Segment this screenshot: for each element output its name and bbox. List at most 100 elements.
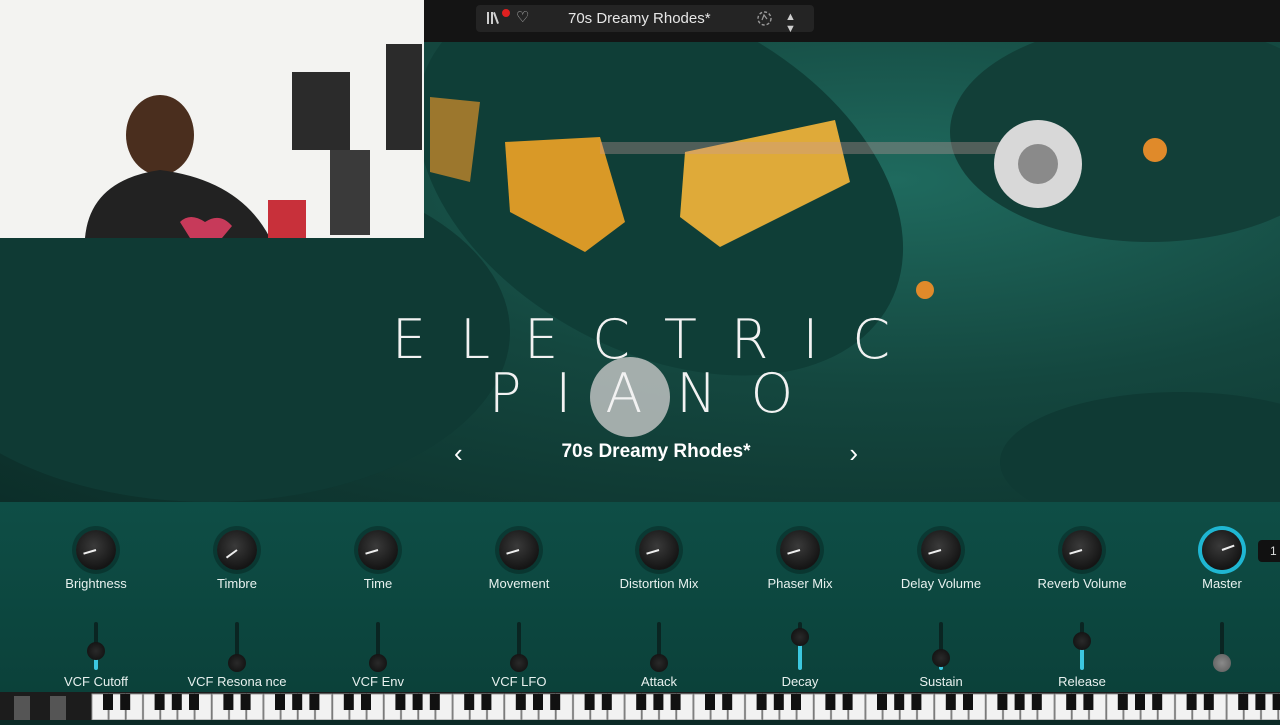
black-key[interactable] bbox=[120, 694, 131, 710]
black-key[interactable] bbox=[1117, 694, 1128, 710]
black-key[interactable] bbox=[670, 694, 681, 710]
preset-up-down-arrows[interactable]: ▲ ▼ bbox=[785, 11, 814, 35]
black-key[interactable] bbox=[171, 694, 182, 710]
black-key[interactable] bbox=[911, 694, 922, 710]
black-key[interactable] bbox=[309, 694, 320, 710]
library-icon[interactable] bbox=[486, 10, 502, 26]
black-key[interactable] bbox=[464, 694, 475, 710]
knob-indicator bbox=[787, 549, 801, 555]
black-key[interactable] bbox=[515, 694, 526, 710]
knob[interactable] bbox=[1062, 530, 1102, 570]
knob-indicator bbox=[1069, 549, 1083, 555]
knob-label: Brightness bbox=[65, 576, 127, 591]
black-key[interactable] bbox=[756, 694, 767, 710]
black-key[interactable] bbox=[636, 694, 647, 710]
knob-label: Distortion Mix bbox=[619, 576, 699, 591]
slider-handle[interactable] bbox=[228, 654, 246, 672]
black-key[interactable] bbox=[1066, 694, 1077, 710]
black-key[interactable] bbox=[1203, 694, 1214, 710]
knob-label: Time bbox=[363, 576, 393, 591]
black-key[interactable] bbox=[103, 694, 113, 710]
knob[interactable] bbox=[1202, 530, 1242, 570]
black-key[interactable] bbox=[1083, 694, 1094, 710]
black-key[interactable] bbox=[292, 694, 303, 710]
black-key[interactable] bbox=[584, 694, 595, 710]
knob[interactable] bbox=[780, 530, 820, 570]
knob-indicator bbox=[1221, 544, 1235, 551]
preset-header-name[interactable]: 70s Dreamy Rhodes* bbox=[568, 10, 711, 27]
black-key[interactable] bbox=[240, 694, 251, 710]
black-key[interactable] bbox=[894, 694, 905, 710]
slider-handle[interactable] bbox=[791, 627, 809, 646]
black-key[interactable] bbox=[705, 694, 715, 710]
black-key[interactable] bbox=[189, 694, 199, 710]
slider-label: VCF Cutoff bbox=[63, 674, 129, 689]
sync-icon[interactable] bbox=[756, 10, 773, 27]
slider-handle[interactable] bbox=[650, 654, 668, 672]
black-key[interactable] bbox=[1186, 694, 1197, 710]
slider-label: Decay bbox=[781, 674, 819, 689]
black-key[interactable] bbox=[722, 694, 733, 710]
black-key[interactable] bbox=[1031, 694, 1042, 710]
notification-dot bbox=[502, 9, 510, 17]
value-tooltip-badge: 1 bbox=[1258, 540, 1280, 562]
knob[interactable] bbox=[76, 530, 116, 570]
black-key[interactable] bbox=[481, 694, 492, 710]
knob-indicator bbox=[646, 549, 660, 555]
knob[interactable] bbox=[499, 530, 539, 570]
black-key[interactable] bbox=[877, 694, 887, 710]
knob-indicator bbox=[83, 549, 97, 555]
knob-indicator bbox=[365, 549, 379, 555]
black-key[interactable] bbox=[343, 694, 354, 710]
black-key[interactable] bbox=[825, 694, 836, 710]
knob[interactable] bbox=[358, 530, 398, 570]
black-key[interactable] bbox=[1152, 694, 1163, 710]
mod-wheel[interactable] bbox=[14, 696, 30, 720]
webcam-person-image bbox=[0, 0, 424, 238]
next-preset-chevron-icon[interactable]: › bbox=[849, 438, 858, 469]
knob[interactable] bbox=[217, 530, 257, 570]
black-key[interactable] bbox=[773, 694, 784, 710]
webcam-overlay bbox=[0, 0, 424, 238]
preset-selector: ‹ 70s Dreamy Rhodes* › bbox=[454, 438, 858, 469]
black-key[interactable] bbox=[395, 694, 406, 710]
black-key[interactable] bbox=[1272, 694, 1280, 710]
keyboard-keys[interactable] bbox=[0, 692, 1280, 721]
black-key[interactable] bbox=[154, 694, 165, 710]
knob[interactable] bbox=[921, 530, 961, 570]
black-key[interactable] bbox=[223, 694, 234, 710]
slider-handle[interactable] bbox=[369, 654, 387, 672]
black-key[interactable] bbox=[429, 694, 440, 710]
black-key[interactable] bbox=[1014, 694, 1025, 710]
heart-icon[interactable]: ♡ bbox=[516, 8, 529, 26]
slider-label: VCF Resona nce bbox=[187, 674, 287, 689]
black-key[interactable] bbox=[1255, 694, 1266, 710]
black-key[interactable] bbox=[997, 694, 1008, 710]
black-key[interactable] bbox=[550, 694, 561, 710]
black-key[interactable] bbox=[791, 694, 801, 710]
black-key[interactable] bbox=[361, 694, 371, 710]
title-piano: PIANO bbox=[488, 362, 828, 425]
knob-indicator bbox=[225, 549, 238, 559]
mod-wheel[interactable] bbox=[50, 696, 66, 720]
black-key[interactable] bbox=[601, 694, 612, 710]
black-key[interactable] bbox=[842, 694, 853, 710]
black-key[interactable] bbox=[275, 694, 285, 710]
slider-label: Sustain bbox=[919, 674, 963, 689]
piano-keyboard[interactable] bbox=[0, 692, 1280, 721]
slider-label: VCF Env bbox=[351, 674, 404, 689]
black-key[interactable] bbox=[1135, 694, 1145, 710]
black-key[interactable] bbox=[1238, 694, 1249, 710]
black-key[interactable] bbox=[412, 694, 423, 710]
black-key[interactable] bbox=[533, 694, 543, 710]
slider-handle[interactable] bbox=[87, 642, 105, 660]
knob[interactable] bbox=[639, 530, 679, 570]
slider-handle[interactable] bbox=[1213, 654, 1231, 672]
slider-handle[interactable] bbox=[510, 654, 528, 672]
black-key[interactable] bbox=[945, 694, 956, 710]
knob-label: Delay Volume bbox=[900, 576, 982, 591]
black-key[interactable] bbox=[963, 694, 973, 710]
preset-name-label[interactable]: 70s Dreamy Rhodes* bbox=[454, 441, 858, 463]
black-key[interactable] bbox=[653, 694, 664, 710]
knob-indicator bbox=[928, 549, 942, 555]
